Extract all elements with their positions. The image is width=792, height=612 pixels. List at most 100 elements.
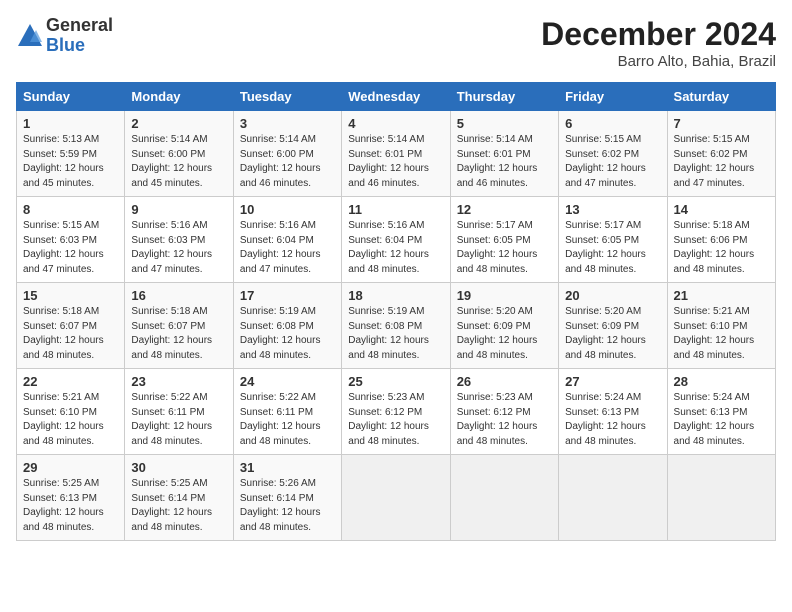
calendar-week-4: 22 Sunrise: 5:21 AM Sunset: 6:10 PM Dayli… [17,369,776,455]
day-info: Sunrise: 5:19 AM Sunset: 6:08 PM Dayligh… [240,305,335,363]
day-number: 24 [240,374,335,389]
calendar-cell [559,455,667,541]
month-title: December 2024 [541,16,776,53]
day-info: Sunrise: 5:21 AM Sunset: 6:10 PM Dayligh… [23,391,118,449]
day-number: 26 [457,374,552,389]
location-text: Barro Alto, Bahia, Brazil [541,53,776,70]
day-number: 19 [457,288,552,303]
col-header-sunday: Sunday [17,83,125,111]
day-info: Sunrise: 5:14 AM Sunset: 6:00 PM Dayligh… [131,133,226,191]
calendar-cell [450,455,558,541]
day-number: 30 [131,460,226,475]
day-number: 13 [565,202,660,217]
logo-general-text: General [46,15,113,35]
col-header-thursday: Thursday [450,83,558,111]
calendar-week-3: 15 Sunrise: 5:18 AM Sunset: 6:07 PM Dayli… [17,283,776,369]
calendar-cell: 10Sunrise: 5:16 AM Sunset: 6:04 PM Dayli… [233,197,341,283]
col-header-saturday: Saturday [667,83,775,111]
calendar-cell: 5 Sunrise: 5:14 AM Sunset: 6:01 PM Daylig… [450,111,558,197]
day-info: Sunrise: 5:19 AM Sunset: 6:08 PM Dayligh… [348,305,443,363]
day-number: 25 [348,374,443,389]
calendar-cell [667,455,775,541]
day-info: Sunrise: 5:16 AM Sunset: 6:04 PM Dayligh… [240,219,335,277]
day-number: 22 [23,374,118,389]
calendar-cell: 17Sunrise: 5:19 AM Sunset: 6:08 PM Dayli… [233,283,341,369]
day-number: 15 [23,288,118,303]
day-number: 27 [565,374,660,389]
calendar-cell: 22 Sunrise: 5:21 AM Sunset: 6:10 PM Dayli… [17,369,125,455]
calendar-cell: 18 Sunrise: 5:19 AM Sunset: 6:08 PM Dayli… [342,283,450,369]
col-header-wednesday: Wednesday [342,83,450,111]
day-number: 21 [674,288,769,303]
calendar-cell: 26 Sunrise: 5:23 AM Sunset: 6:12 PM Dayli… [450,369,558,455]
day-number: 2 [131,116,226,131]
day-info: Sunrise: 5:21 AM Sunset: 6:10 PM Dayligh… [674,305,769,363]
day-info: Sunrise: 5:18 AM Sunset: 6:06 PM Dayligh… [674,219,769,277]
calendar-cell: 1 Sunrise: 5:13 AM Sunset: 5:59 PM Daylig… [17,111,125,197]
day-number: 1 [23,116,118,131]
day-number: 14 [674,202,769,217]
day-info: Sunrise: 5:25 AM Sunset: 6:13 PM Dayligh… [23,477,118,535]
day-info: Sunrise: 5:13 AM Sunset: 5:59 PM Dayligh… [23,133,118,191]
calendar-cell: 13 Sunrise: 5:17 AM Sunset: 6:05 PM Dayli… [559,197,667,283]
day-info: Sunrise: 5:20 AM Sunset: 6:09 PM Dayligh… [457,305,552,363]
calendar-cell: 23 Sunrise: 5:22 AM Sunset: 6:11 PM Dayli… [125,369,233,455]
day-info: Sunrise: 5:15 AM Sunset: 6:02 PM Dayligh… [565,133,660,191]
calendar-cell: 30 Sunrise: 5:25 AM Sunset: 6:14 PM Dayli… [125,455,233,541]
day-number: 29 [23,460,118,475]
day-info: Sunrise: 5:17 AM Sunset: 6:05 PM Dayligh… [457,219,552,277]
day-info: Sunrise: 5:22 AM Sunset: 6:11 PM Dayligh… [131,391,226,449]
col-header-tuesday: Tuesday [233,83,341,111]
day-info: Sunrise: 5:23 AM Sunset: 6:12 PM Dayligh… [457,391,552,449]
day-info: Sunrise: 5:14 AM Sunset: 6:00 PM Dayligh… [240,133,335,191]
day-number: 11 [348,202,443,217]
day-number: 5 [457,116,552,131]
day-info: Sunrise: 5:15 AM Sunset: 6:03 PM Dayligh… [23,219,118,277]
calendar-cell: 21 Sunrise: 5:21 AM Sunset: 6:10 PM Dayli… [667,283,775,369]
calendar-cell: 9 Sunrise: 5:16 AM Sunset: 6:03 PM Daylig… [125,197,233,283]
day-info: Sunrise: 5:14 AM Sunset: 6:01 PM Dayligh… [457,133,552,191]
calendar-cell: 12 Sunrise: 5:17 AM Sunset: 6:05 PM Dayli… [450,197,558,283]
logo-icon [16,22,44,50]
day-number: 8 [23,202,118,217]
day-info: Sunrise: 5:26 AM Sunset: 6:14 PM Dayligh… [240,477,335,535]
day-number: 23 [131,374,226,389]
day-info: Sunrise: 5:23 AM Sunset: 6:12 PM Dayligh… [348,391,443,449]
calendar-cell: 4 Sunrise: 5:14 AM Sunset: 6:01 PM Daylig… [342,111,450,197]
title-section: December 2024 Barro Alto, Bahia, Brazil [541,16,776,70]
day-number: 9 [131,202,226,217]
calendar-cell: 29 Sunrise: 5:25 AM Sunset: 6:13 PM Dayli… [17,455,125,541]
day-info: Sunrise: 5:18 AM Sunset: 6:07 PM Dayligh… [131,305,226,363]
calendar-cell: 28 Sunrise: 5:24 AM Sunset: 6:13 PM Dayli… [667,369,775,455]
day-number: 31 [240,460,335,475]
calendar-cell [342,455,450,541]
col-header-friday: Friday [559,83,667,111]
day-number: 16 [131,288,226,303]
day-info: Sunrise: 5:24 AM Sunset: 6:13 PM Dayligh… [565,391,660,449]
calendar-header-row: SundayMondayTuesdayWednesdayThursdayFrid… [17,83,776,111]
calendar-cell: 14 Sunrise: 5:18 AM Sunset: 6:06 PM Dayli… [667,197,775,283]
day-info: Sunrise: 5:24 AM Sunset: 6:13 PM Dayligh… [674,391,769,449]
day-number: 18 [348,288,443,303]
day-info: Sunrise: 5:16 AM Sunset: 6:03 PM Dayligh… [131,219,226,277]
logo: General Blue [16,16,113,56]
calendar-cell: 27 Sunrise: 5:24 AM Sunset: 6:13 PM Dayli… [559,369,667,455]
calendar-cell: 15 Sunrise: 5:18 AM Sunset: 6:07 PM Dayli… [17,283,125,369]
calendar-cell: 24Sunrise: 5:22 AM Sunset: 6:11 PM Dayli… [233,369,341,455]
day-number: 4 [348,116,443,131]
day-info: Sunrise: 5:14 AM Sunset: 6:01 PM Dayligh… [348,133,443,191]
calendar-cell: 2 Sunrise: 5:14 AM Sunset: 6:00 PM Daylig… [125,111,233,197]
day-number: 20 [565,288,660,303]
logo-blue-text: Blue [46,35,85,55]
day-number: 12 [457,202,552,217]
day-info: Sunrise: 5:15 AM Sunset: 6:02 PM Dayligh… [674,133,769,191]
col-header-monday: Monday [125,83,233,111]
day-info: Sunrise: 5:16 AM Sunset: 6:04 PM Dayligh… [348,219,443,277]
day-number: 28 [674,374,769,389]
calendar-week-5: 29 Sunrise: 5:25 AM Sunset: 6:13 PM Dayli… [17,455,776,541]
day-info: Sunrise: 5:17 AM Sunset: 6:05 PM Dayligh… [565,219,660,277]
calendar-week-2: 8 Sunrise: 5:15 AM Sunset: 6:03 PM Daylig… [17,197,776,283]
day-info: Sunrise: 5:25 AM Sunset: 6:14 PM Dayligh… [131,477,226,535]
calendar-cell: 8 Sunrise: 5:15 AM Sunset: 6:03 PM Daylig… [17,197,125,283]
day-info: Sunrise: 5:18 AM Sunset: 6:07 PM Dayligh… [23,305,118,363]
